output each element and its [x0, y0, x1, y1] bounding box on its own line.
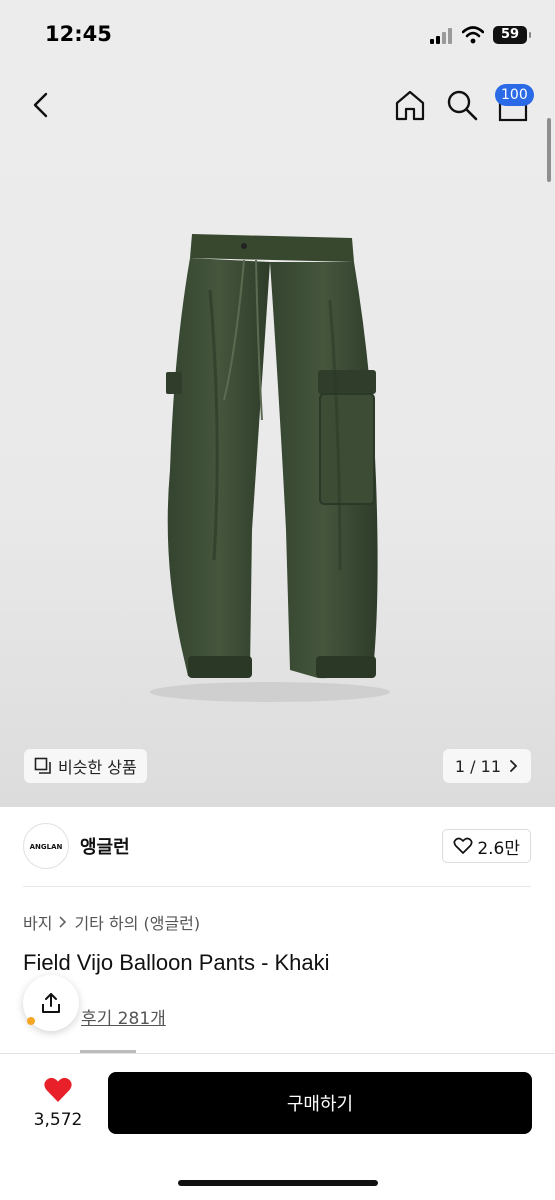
signal-icon	[430, 28, 454, 44]
breadcrumb[interactable]: 바지 기타 하의 (앵글런)	[23, 910, 200, 934]
product-photo	[150, 234, 390, 702]
chevron-left-icon[interactable]	[22, 88, 62, 122]
wishlist-button[interactable]: 3,572	[23, 1072, 93, 1132]
review-count-link[interactable]: 후기 281개	[81, 1004, 166, 1029]
wishlist-count: 3,572	[33, 1110, 83, 1130]
product-title: Field Vijo Balloon Pants - Khaki	[23, 950, 330, 975]
product-image-carousel[interactable]: 100 비슷한 상품 1 / 11	[0, 70, 555, 807]
cart-count-badge: 100	[495, 84, 534, 106]
brand-row[interactable]: ANGLAN 앵글런 2.6만	[0, 807, 555, 887]
breadcrumb-item[interactable]: 기타 하의 (앵글런)	[74, 910, 200, 934]
similar-products-button[interactable]: 비슷한 상품	[24, 749, 147, 783]
scrollbar-thumb[interactable]	[547, 118, 551, 182]
chevron-right-icon	[59, 916, 67, 928]
status-bar: 12:45 59	[0, 0, 555, 70]
page-indicator-label: 1 / 11	[454, 756, 501, 776]
wifi-icon	[462, 26, 484, 44]
image-page-indicator[interactable]: 1 / 11	[442, 749, 531, 783]
brand-like-button[interactable]: 2.6만	[442, 829, 531, 863]
brand-name[interactable]: 앵글런	[80, 833, 130, 859]
battery-icon: 59	[493, 26, 531, 44]
home-icon[interactable]	[393, 88, 427, 122]
share-icon	[42, 993, 60, 1013]
brand-logo[interactable]: ANGLAN	[23, 823, 69, 869]
heart-outline-icon	[453, 837, 473, 854]
buy-button[interactable]: 구매하기	[108, 1072, 532, 1134]
similar-items-icon	[34, 757, 51, 774]
divider	[0, 1053, 555, 1054]
similar-products-label: 비슷한 상품	[58, 758, 137, 777]
breadcrumb-item[interactable]: 바지	[23, 910, 52, 934]
chevron-right-icon	[510, 760, 518, 772]
heart-filled-icon	[44, 1077, 72, 1102]
rating-star-icon	[27, 1017, 35, 1025]
divider	[23, 886, 531, 887]
search-icon[interactable]	[445, 88, 479, 122]
status-time: 12:45	[45, 22, 112, 46]
home-indicator	[178, 1180, 378, 1186]
brand-like-count: 2.6만	[477, 838, 520, 859]
